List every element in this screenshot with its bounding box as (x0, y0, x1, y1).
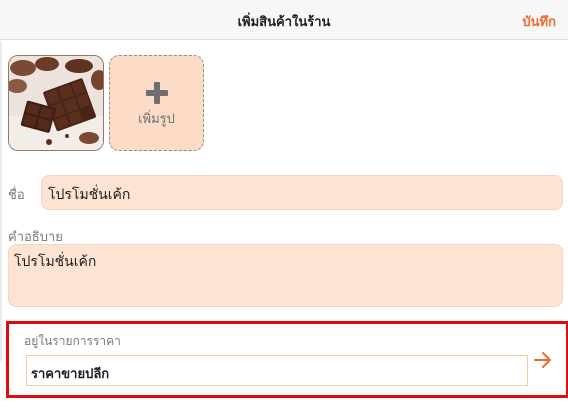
description-input[interactable]: โปรโมชั่นเค้ก (8, 244, 563, 307)
add-product-screen: เพิ่มสินค้าในร้าน บันทึก เพิ่มรูป ชื่อ โ… (0, 0, 568, 407)
header-bar: เพิ่มสินค้าในร้าน บันทึก (0, 0, 568, 40)
name-input[interactable]: โปรโมชั่นเค้ก (41, 175, 563, 210)
price-list-value[interactable]: ราคาขายปลีก (26, 355, 528, 386)
price-list-selector[interactable]: อยู่ในรายการราคา ราคาขายปลีก (6, 321, 568, 398)
add-photo-button[interactable]: เพิ่มรูป (109, 55, 204, 151)
page-title: เพิ่มสินค้าในร้าน (237, 15, 331, 30)
price-list-label: อยู่ในรายการราคา (24, 334, 121, 348)
plus-icon (146, 82, 168, 104)
save-button[interactable]: บันทึก (522, 11, 556, 32)
arrow-right-icon[interactable] (533, 350, 553, 370)
name-label: ชื่อ (8, 188, 25, 203)
add-photo-label: เพิ่มรูป (138, 112, 175, 127)
product-image-thumbnail[interactable] (8, 55, 104, 151)
chocolate-photo-icon (9, 56, 103, 150)
left-divider (0, 41, 2, 361)
